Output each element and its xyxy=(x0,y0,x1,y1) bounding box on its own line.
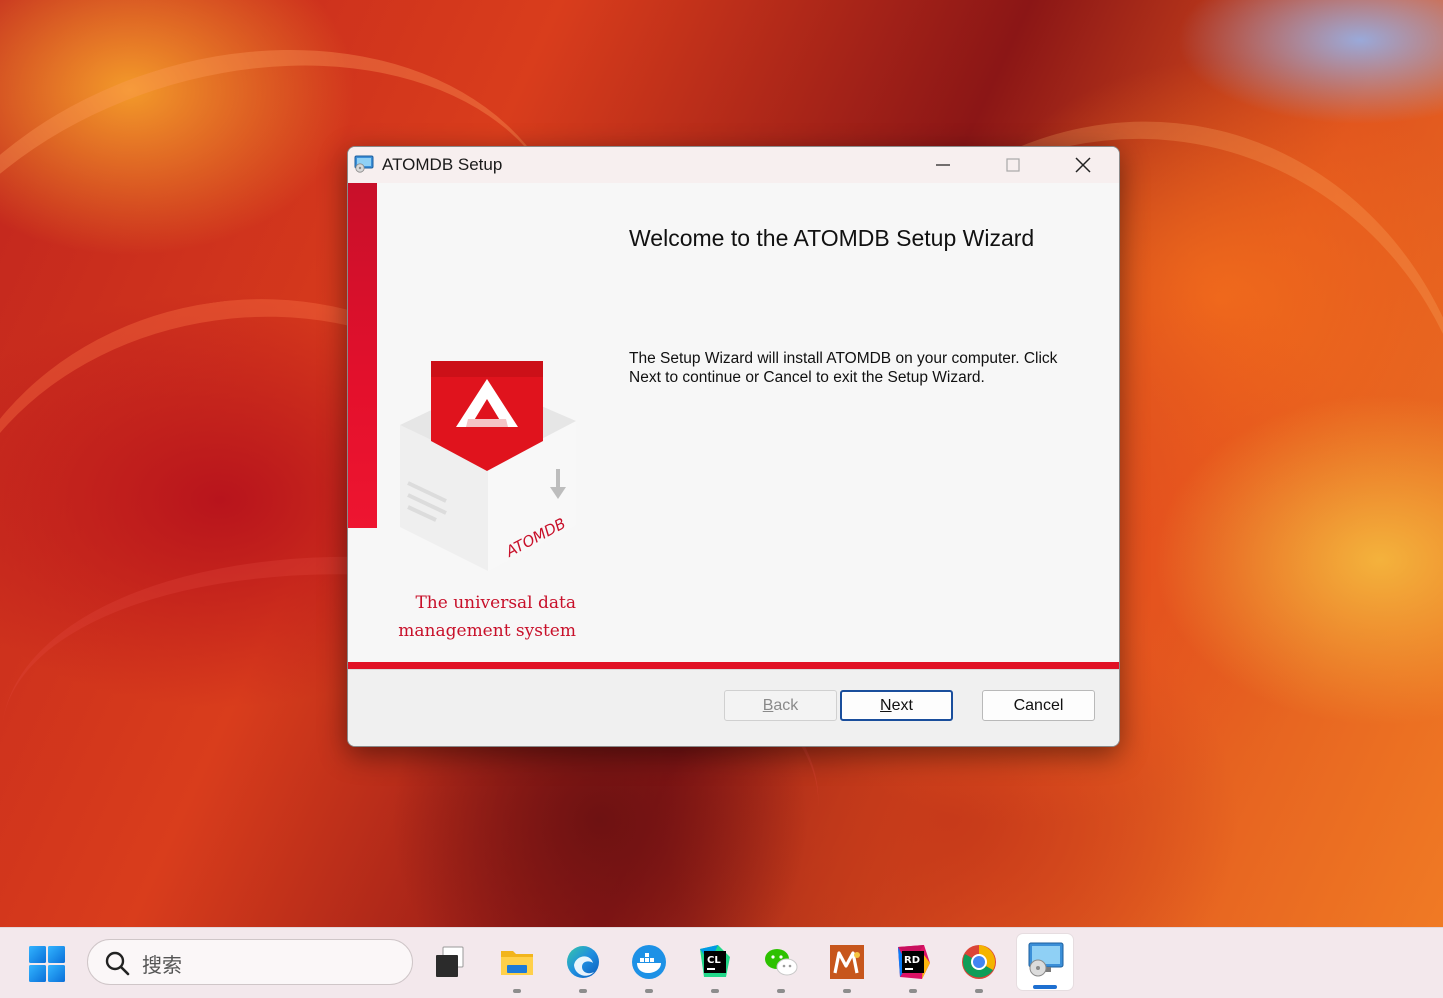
wizard-heading: Welcome to the ATOMDB Setup Wizard xyxy=(629,225,1035,251)
tagline-line: management system xyxy=(398,621,576,641)
cancel-button[interactable]: Cancel xyxy=(982,690,1095,721)
wizard-description: The Setup Wizard will install ATOMDB on … xyxy=(629,349,1099,387)
taskbar-app-docker[interactable] xyxy=(627,940,671,993)
search-placeholder: 搜索 xyxy=(142,953,182,977)
clion-label: CL xyxy=(707,955,721,966)
taskbar-app-edge[interactable] xyxy=(561,940,605,993)
edge-icon xyxy=(567,946,599,978)
next-accelerator: N xyxy=(880,696,892,714)
taskbar-app-rider[interactable]: RD xyxy=(891,940,935,993)
next-button[interactable]: Next xyxy=(840,690,953,721)
running-indicator xyxy=(777,989,785,993)
minimize-button[interactable] xyxy=(908,147,978,183)
search-icon xyxy=(105,951,130,976)
taskbar-app-mathematica[interactable] xyxy=(825,940,869,993)
taskbar-app-chrome[interactable] xyxy=(957,940,1001,993)
accent-sidebar xyxy=(348,183,377,528)
docker-icon xyxy=(632,945,666,979)
installer-app-icon xyxy=(354,155,374,173)
rider-icon: RD xyxy=(898,945,930,979)
rider-label: RD xyxy=(904,955,920,966)
wechat-icon xyxy=(765,949,798,976)
active-indicator xyxy=(1033,985,1057,989)
running-indicator xyxy=(975,989,983,993)
chrome-icon xyxy=(962,945,996,979)
running-indicator xyxy=(843,989,851,993)
running-indicator xyxy=(711,989,719,993)
minimize-icon xyxy=(936,164,950,166)
back-accelerator: B xyxy=(762,696,774,714)
running-indicator xyxy=(513,989,521,993)
footer-divider xyxy=(348,662,1119,669)
next-label-rest: ext xyxy=(891,696,913,714)
mathematica-icon xyxy=(830,945,864,979)
taskbar-app-task-view[interactable] xyxy=(428,940,472,984)
tagline-line: The universal data xyxy=(415,593,576,613)
running-indicator xyxy=(579,989,587,993)
folder-icon xyxy=(501,951,533,975)
back-button[interactable]: Back xyxy=(724,690,837,721)
maximize-icon xyxy=(1006,158,1020,172)
description-line: Next to continue or Cancel to exit the S… xyxy=(629,369,985,386)
windows-start-icon[interactable] xyxy=(28,945,66,983)
taskbar-search[interactable]: 搜索 xyxy=(87,939,413,985)
running-indicator xyxy=(645,989,653,993)
setup-window: ATOMDB Setup ATOMDB The universal data m… xyxy=(347,146,1120,747)
taskbar-app-file-explorer[interactable] xyxy=(495,940,539,993)
taskbar: 搜索 CL RD xyxy=(0,927,1443,998)
cancel-label: Cancel xyxy=(1013,696,1064,714)
atomdb-logo: ATOMDB xyxy=(396,357,586,577)
close-button[interactable] xyxy=(1048,147,1118,183)
button-footer: Back Next Cancel xyxy=(348,669,1119,746)
back-label-rest: ack xyxy=(773,696,799,714)
taskbar-app-setup-installer[interactable] xyxy=(1017,934,1073,990)
clion-icon: CL xyxy=(700,945,730,977)
maximize-button[interactable] xyxy=(978,147,1048,183)
close-icon xyxy=(1075,157,1091,173)
window-title: ATOMDB Setup xyxy=(382,155,503,174)
running-indicator xyxy=(909,989,917,993)
title-bar[interactable]: ATOMDB Setup xyxy=(348,147,1119,183)
tagline: The universal data management system xyxy=(388,589,576,645)
taskbar-app-wechat[interactable] xyxy=(759,940,803,993)
description-line: The Setup Wizard will install ATOMDB on … xyxy=(629,350,1058,367)
taskbar-app-clion[interactable]: CL xyxy=(693,940,737,993)
installer-taskbar-icon xyxy=(1028,942,1064,977)
task-view-icon xyxy=(436,946,464,977)
atomdb-box-logo-icon: ATOMDB xyxy=(400,361,576,571)
